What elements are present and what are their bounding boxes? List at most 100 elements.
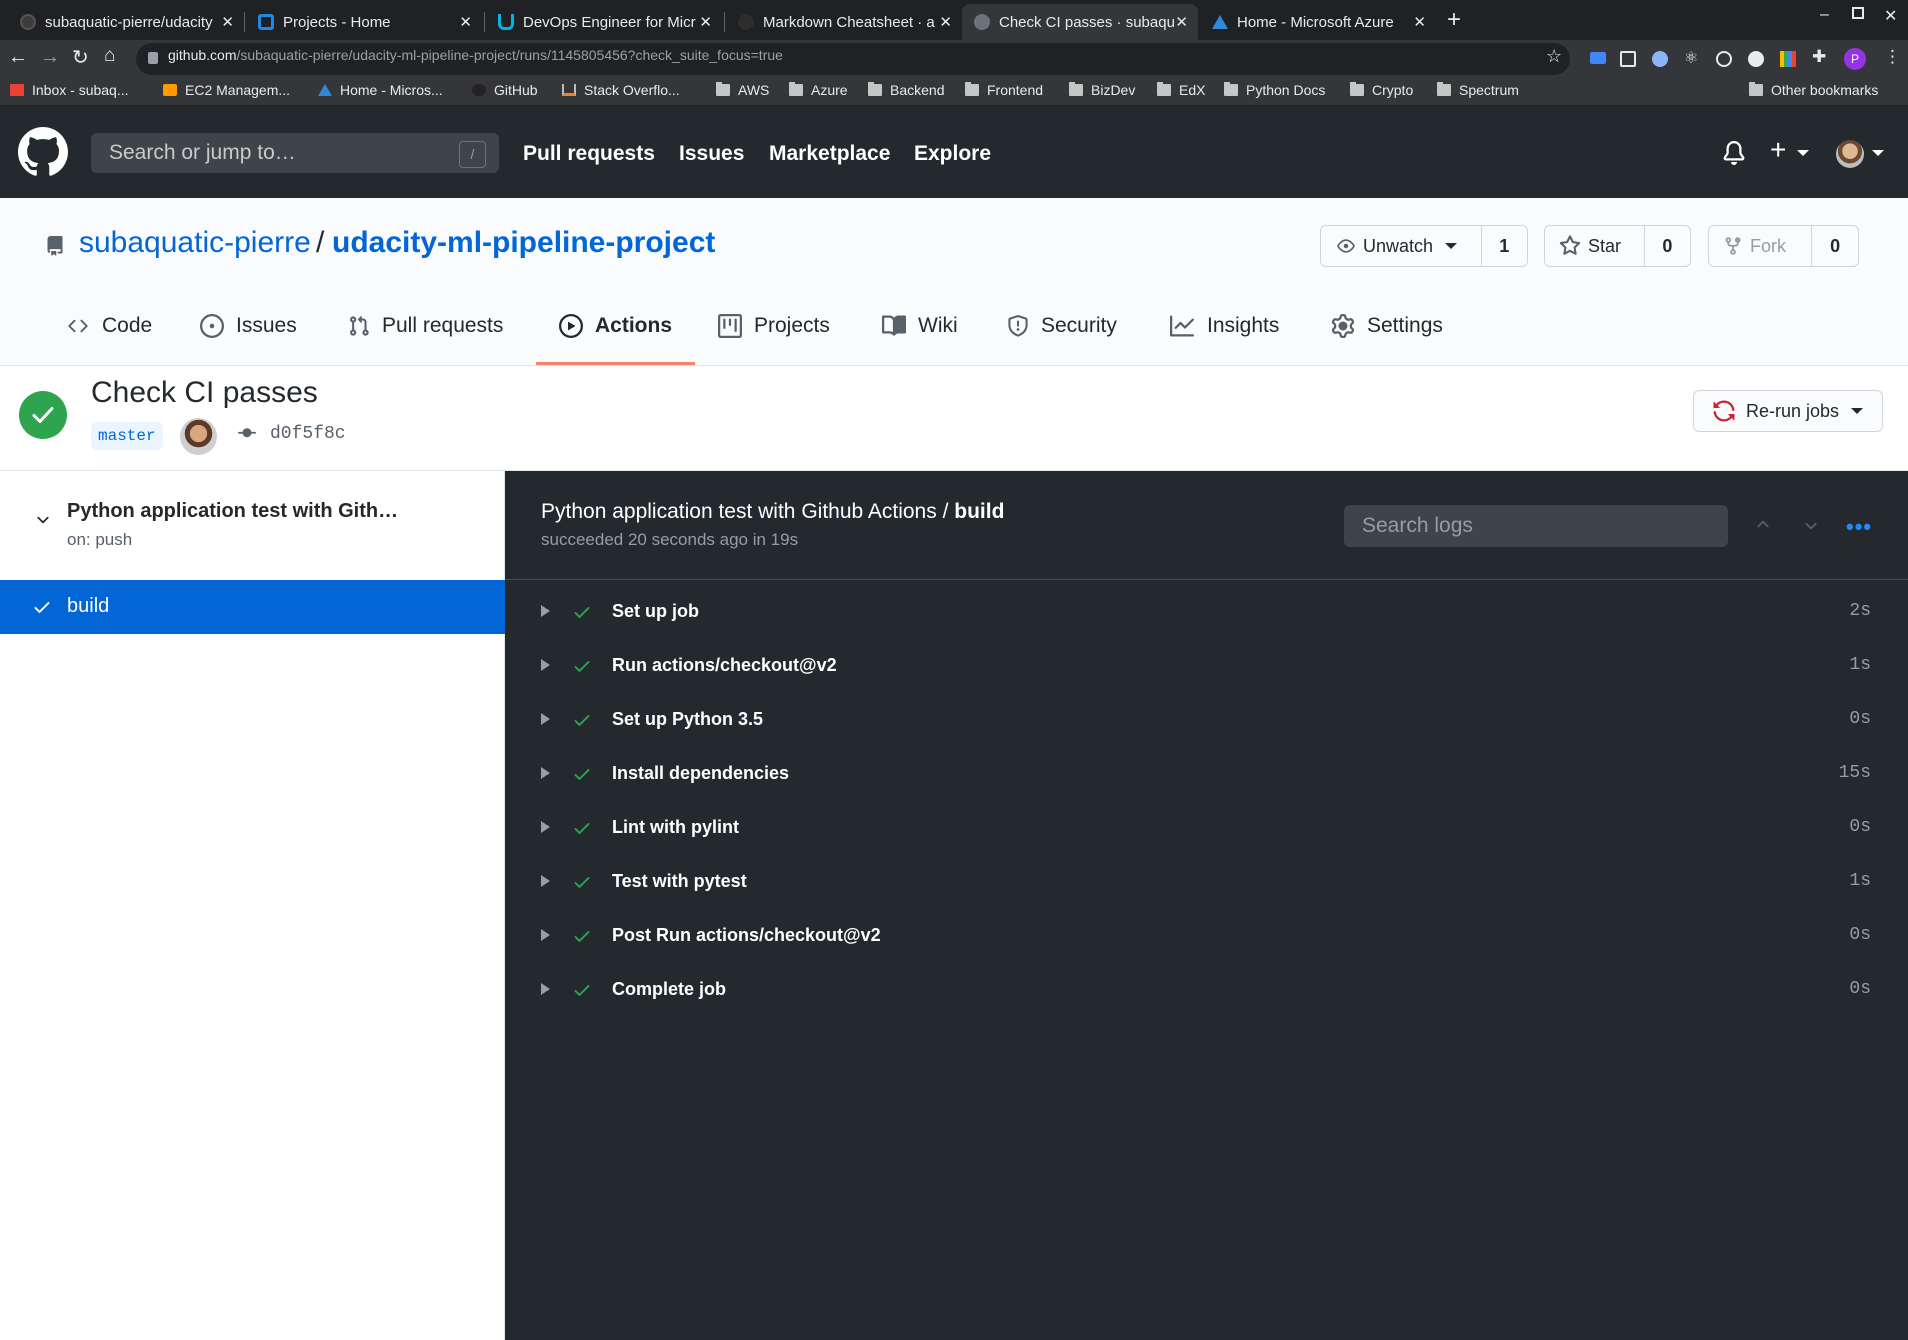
fork-button[interactable]: Fork (1709, 226, 1813, 266)
bookmark-folder[interactable]: EdX (1157, 82, 1205, 98)
watch-count[interactable]: 1 (1482, 226, 1527, 266)
bookmark-item[interactable]: Inbox - subaq... (10, 82, 129, 98)
browser-tab[interactable]: DevOps Engineer for Micr ✕ (486, 4, 722, 40)
nav-issues[interactable]: Issues (679, 142, 744, 166)
bookmark-folder[interactable]: Azure (789, 82, 848, 98)
tab-insights[interactable]: Insights (1169, 314, 1279, 338)
unwatch-button[interactable]: Unwatch (1321, 226, 1482, 266)
close-tab-icon[interactable]: ✕ (459, 13, 472, 31)
extension-icon[interactable] (1620, 51, 1636, 67)
other-bookmarks[interactable]: Other bookmarks (1749, 82, 1878, 98)
home-icon[interactable]: ⌂ (104, 45, 115, 67)
chevron-up-icon[interactable] (1754, 516, 1772, 534)
author-avatar[interactable] (180, 418, 217, 455)
log-step[interactable]: Set up job 2s (505, 585, 1908, 639)
log-step[interactable]: Complete job 0s (505, 963, 1908, 1017)
check-icon (574, 877, 590, 888)
log-step[interactable]: Install dependencies 15s (505, 747, 1908, 801)
nav-explore[interactable]: Explore (914, 142, 991, 166)
close-tab-icon[interactable]: ✕ (1413, 13, 1426, 31)
bookmark-folder[interactable]: BizDev (1069, 82, 1135, 98)
new-tab-icon[interactable]: + (1447, 6, 1461, 34)
bookmark-item[interactable]: EC2 Managem... (163, 82, 290, 98)
nav-pull-requests[interactable]: Pull requests (523, 142, 655, 166)
lock-icon[interactable] (148, 52, 158, 64)
browser-tab-label: Check CI passes · subaqua (999, 13, 1175, 31)
chrome-menu-icon[interactable]: ⋮ (1884, 47, 1901, 67)
star-button[interactable]: Star (1545, 226, 1645, 266)
rerun-jobs-button[interactable]: Re-run jobs (1693, 390, 1883, 432)
extension-icon[interactable] (1748, 51, 1764, 67)
extensions-puzzle-icon[interactable]: ✚ (1812, 47, 1826, 67)
check-icon (574, 823, 590, 834)
minimize-icon[interactable]: – (1820, 6, 1829, 24)
url-text[interactable]: github.com/subaquatic-pierre/udacity-ml-… (168, 47, 783, 63)
maximize-icon[interactable] (1852, 7, 1864, 19)
chevron-down-icon[interactable] (34, 510, 52, 528)
user-avatar[interactable] (1836, 140, 1864, 168)
bookmark-folder[interactable]: Backend (868, 82, 944, 98)
back-icon[interactable]: ← (8, 46, 28, 69)
tab-code[interactable]: Code (66, 314, 152, 338)
close-tab-icon[interactable]: ✕ (699, 13, 712, 31)
browser-tab[interactable]: Home - Microsoft Azure ✕ (1200, 4, 1436, 40)
bookmark-folder[interactable]: Spectrum (1437, 82, 1519, 98)
bookmark-folder[interactable]: AWS (716, 82, 769, 98)
extension-icon[interactable] (1590, 52, 1606, 64)
github-logo-icon[interactable] (18, 127, 68, 177)
create-new-plus-icon[interactable]: + (1770, 136, 1786, 164)
close-tab-icon[interactable]: ✕ (221, 13, 234, 31)
bookmark-star-icon[interactable]: ☆ (1546, 46, 1562, 67)
close-window-icon[interactable]: ✕ (1884, 6, 1897, 26)
log-step[interactable]: Set up Python 3.5 0s (505, 693, 1908, 747)
react-devtools-icon[interactable]: ⚛ (1684, 48, 1698, 68)
tab-issues[interactable]: Issues (200, 314, 297, 338)
close-tab-icon[interactable]: ✕ (939, 13, 952, 31)
branch-badge[interactable]: master (91, 422, 163, 450)
tab-security[interactable]: Security (1007, 314, 1117, 338)
tab-actions[interactable]: Actions (559, 314, 672, 338)
check-icon (574, 661, 590, 672)
extension-icon[interactable] (1652, 51, 1668, 67)
repo-name-link[interactable]: udacity-ml-pipeline-project (332, 226, 715, 260)
extension-icon[interactable] (1780, 51, 1796, 67)
chevron-down-icon[interactable] (1802, 516, 1820, 534)
bookmark-folder[interactable]: Frontend (965, 82, 1043, 98)
profile-avatar[interactable]: P (1844, 48, 1866, 70)
log-divider (505, 579, 1908, 580)
bookmark-item[interactable]: GitHub (472, 82, 538, 98)
tab-wiki[interactable]: Wiki (882, 314, 958, 338)
reload-icon[interactable]: ↻ (72, 45, 89, 70)
log-step[interactable]: Lint with pylint 0s (505, 801, 1908, 855)
repo-owner-link[interactable]: subaquatic-pierre (79, 226, 311, 260)
close-tab-icon[interactable]: ✕ (1175, 13, 1188, 31)
browser-tab[interactable]: Markdown Cheatsheet · a ✕ (726, 4, 962, 40)
browser-tab[interactable]: Projects - Home ✕ (246, 4, 482, 40)
fork-count[interactable]: 0 (1812, 226, 1858, 266)
bookmark-folder[interactable]: Crypto (1350, 82, 1413, 98)
tab-code-label: Code (102, 314, 153, 337)
step-name: Complete job (612, 979, 727, 999)
log-step[interactable]: Post Run actions/checkout@v2 0s (505, 909, 1908, 963)
extension-icon[interactable] (1716, 51, 1732, 67)
step-duration: 0s (1849, 979, 1871, 999)
tab-settings[interactable]: Settings (1331, 314, 1443, 338)
bookmark-item[interactable]: Home - Micros... (318, 82, 443, 98)
browser-tab[interactable]: subaquatic-pierre/udacity ✕ (8, 4, 244, 40)
log-step[interactable]: Run actions/checkout@v2 1s (505, 639, 1908, 693)
browser-tab-active[interactable]: Check CI passes · subaqua ✕ (962, 4, 1198, 40)
nav-marketplace[interactable]: Marketplace (769, 142, 890, 166)
tab-projects[interactable]: Projects (718, 314, 830, 338)
star-count[interactable]: 0 (1645, 226, 1690, 266)
commit-sha-link[interactable]: d0f5f8c (270, 424, 346, 444)
bookmark-folder[interactable]: Python Docs (1224, 82, 1325, 98)
bell-icon[interactable] (1722, 140, 1746, 166)
bookmark-item[interactable]: Stack Overflo... (562, 82, 680, 98)
forward-icon[interactable]: → (40, 46, 60, 69)
job-item-build[interactable]: build (0, 580, 505, 634)
workflow-name[interactable]: Python application test with Gith… (67, 500, 398, 523)
log-step[interactable]: Test with pytest 1s (505, 855, 1908, 909)
tab-pull-requests[interactable]: Pull requests (348, 314, 503, 338)
kebab-menu-icon[interactable]: ••• (1846, 514, 1872, 540)
tab-divider (724, 12, 725, 32)
